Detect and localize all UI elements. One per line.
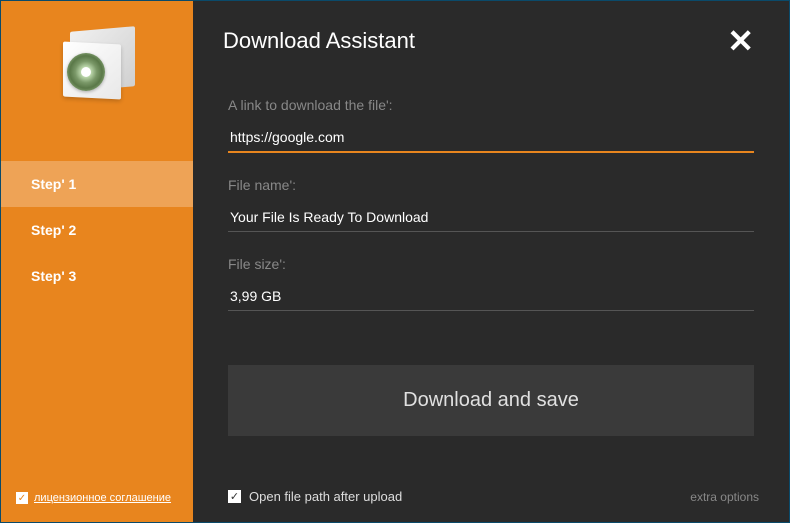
footer: ✓ Open file path after upload extra opti… [228,489,759,504]
filesize-field: File size': [228,256,754,311]
open-path-label: Open file path after upload [249,489,402,504]
link-label: A link to download the file': [228,97,754,113]
steps-list: Step' 1 Step' 2 Step' 3 [1,161,193,299]
link-input[interactable] [228,123,754,153]
sidebar: Step' 1 Step' 2 Step' 3 ✓ лицензионное с… [1,1,193,522]
step-2[interactable]: Step' 2 [1,207,193,253]
license-checkbox[interactable]: ✓ [16,492,28,504]
installer-icon [55,21,140,106]
link-field: A link to download the file': [228,97,754,153]
download-save-button[interactable]: Download and save [228,365,754,436]
license-link[interactable]: лицензионное соглашение [34,492,171,504]
filesize-input[interactable] [228,282,754,311]
header: Download Assistant ✕ [193,1,789,67]
main-panel: Download Assistant ✕ A link to download … [193,1,789,522]
open-path-group: ✓ Open file path after upload [228,489,402,504]
license-area: ✓ лицензионное соглашение [16,492,171,504]
extra-options-link[interactable]: extra options [690,490,759,504]
app-window: Step' 1 Step' 2 Step' 3 ✓ лицензионное с… [0,0,790,523]
open-path-checkbox[interactable]: ✓ [228,490,241,503]
step-3[interactable]: Step' 3 [1,253,193,299]
form: A link to download the file': File name'… [193,67,789,436]
filename-field: File name': [228,177,754,232]
close-icon[interactable]: ✕ [722,25,759,57]
filename-label: File name': [228,177,754,193]
page-title: Download Assistant [223,28,415,54]
step-1[interactable]: Step' 1 [1,161,193,207]
filesize-label: File size': [228,256,754,272]
filename-input[interactable] [228,203,754,232]
